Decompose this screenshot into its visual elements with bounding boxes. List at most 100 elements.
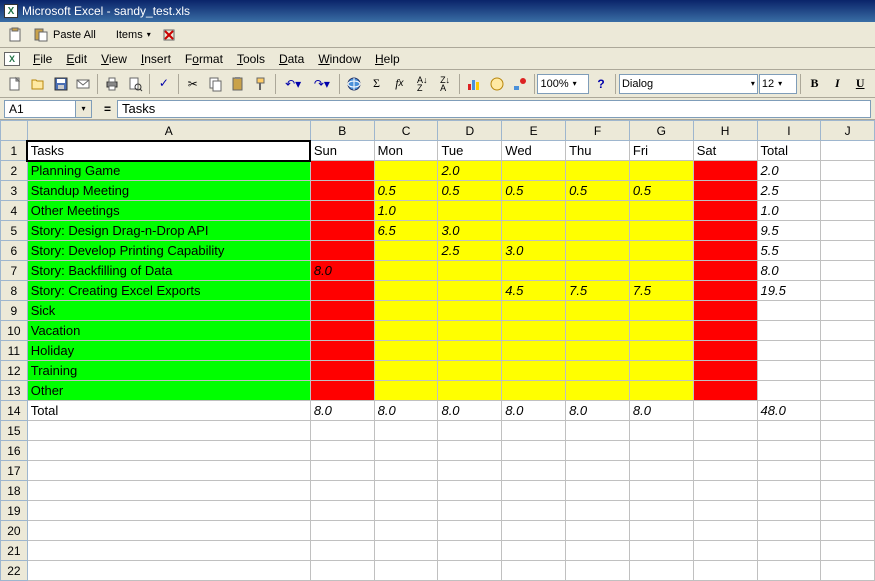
fontsize-dropdown[interactable]: 12▾ [759, 74, 797, 94]
cell-H16[interactable] [693, 441, 757, 461]
menu-format[interactable]: Format [178, 49, 230, 69]
cell-D17[interactable] [438, 461, 502, 481]
cell-J14[interactable] [821, 401, 875, 421]
cell-F4[interactable] [566, 201, 630, 221]
col-header-E[interactable]: E [502, 121, 566, 141]
menu-tools[interactable]: Tools [230, 49, 272, 69]
cell-B17[interactable] [310, 461, 374, 481]
help-icon[interactable]: ? [590, 73, 612, 95]
cell-I1[interactable]: Total [757, 141, 821, 161]
cell-B1[interactable]: Sun [310, 141, 374, 161]
row-header-14[interactable]: 14 [1, 401, 28, 421]
row-header-18[interactable]: 18 [1, 481, 28, 501]
clipboard-icon[interactable] [4, 24, 26, 46]
row-header-4[interactable]: 4 [1, 201, 28, 221]
cell-A13[interactable]: Other [27, 381, 310, 401]
cell-D2[interactable]: 2.0 [438, 161, 502, 181]
copy-icon[interactable] [205, 73, 227, 95]
cell-F16[interactable] [566, 441, 630, 461]
cell-E16[interactable] [502, 441, 566, 461]
cell-H22[interactable] [693, 561, 757, 581]
zoom-dropdown[interactable]: 100%▾ [537, 74, 589, 94]
menu-data[interactable]: Data [272, 49, 311, 69]
cell-C2[interactable] [374, 161, 438, 181]
cell-H15[interactable] [693, 421, 757, 441]
cell-G9[interactable] [629, 301, 693, 321]
cell-F8[interactable]: 7.5 [566, 281, 630, 301]
cell-H11[interactable] [693, 341, 757, 361]
row-header-9[interactable]: 9 [1, 301, 28, 321]
cell-I14[interactable]: 48.0 [757, 401, 821, 421]
cell-I3[interactable]: 2.5 [757, 181, 821, 201]
cell-E17[interactable] [502, 461, 566, 481]
cell-H6[interactable] [693, 241, 757, 261]
cell-I8[interactable]: 19.5 [757, 281, 821, 301]
cell-C5[interactable]: 6.5 [374, 221, 438, 241]
clear-clipboard-icon[interactable] [158, 24, 180, 46]
cell-J1[interactable] [821, 141, 875, 161]
spellcheck-icon[interactable]: ✓ [153, 73, 175, 95]
menu-edit[interactable]: Edit [59, 49, 94, 69]
name-box[interactable]: A1 ▾ [4, 100, 92, 118]
cell-G2[interactable] [629, 161, 693, 181]
sheet-table[interactable]: ABCDEFGHIJ1TasksSunMonTueWedThuFriSatTot… [0, 120, 875, 581]
map-icon[interactable] [486, 73, 508, 95]
cell-I4[interactable]: 1.0 [757, 201, 821, 221]
row-header-12[interactable]: 12 [1, 361, 28, 381]
cell-D5[interactable]: 3.0 [438, 221, 502, 241]
cell-E5[interactable] [502, 221, 566, 241]
cell-J18[interactable] [821, 481, 875, 501]
cell-C1[interactable]: Mon [374, 141, 438, 161]
paste-icon[interactable] [228, 73, 250, 95]
row-header-15[interactable]: 15 [1, 421, 28, 441]
cell-J7[interactable] [821, 261, 875, 281]
cell-F9[interactable] [566, 301, 630, 321]
menu-help[interactable]: Help [368, 49, 407, 69]
col-header-G[interactable]: G [629, 121, 693, 141]
select-all-corner[interactable] [1, 121, 28, 141]
cell-B15[interactable] [310, 421, 374, 441]
cell-D12[interactable] [438, 361, 502, 381]
menu-insert[interactable]: Insert [134, 49, 178, 69]
cell-A10[interactable]: Vacation [27, 321, 310, 341]
cell-I18[interactable] [757, 481, 821, 501]
cell-E8[interactable]: 4.5 [502, 281, 566, 301]
cell-A16[interactable] [27, 441, 310, 461]
cell-F14[interactable]: 8.0 [566, 401, 630, 421]
cell-C13[interactable] [374, 381, 438, 401]
cell-G7[interactable] [629, 261, 693, 281]
cell-A20[interactable] [27, 521, 310, 541]
cell-D7[interactable] [438, 261, 502, 281]
cell-E15[interactable] [502, 421, 566, 441]
cell-G19[interactable] [629, 501, 693, 521]
row-header-19[interactable]: 19 [1, 501, 28, 521]
menu-window[interactable]: Window [311, 49, 368, 69]
cell-C14[interactable]: 8.0 [374, 401, 438, 421]
cell-F18[interactable] [566, 481, 630, 501]
cell-E4[interactable] [502, 201, 566, 221]
cell-I12[interactable] [757, 361, 821, 381]
cell-B19[interactable] [310, 501, 374, 521]
cell-C20[interactable] [374, 521, 438, 541]
cell-H14[interactable] [693, 401, 757, 421]
cell-C3[interactable]: 0.5 [374, 181, 438, 201]
cell-E22[interactable] [502, 561, 566, 581]
cell-J11[interactable] [821, 341, 875, 361]
excel-doc-icon[interactable]: X [4, 52, 20, 66]
row-header-16[interactable]: 16 [1, 441, 28, 461]
email-icon[interactable] [73, 73, 95, 95]
cell-G13[interactable] [629, 381, 693, 401]
cell-A12[interactable]: Training [27, 361, 310, 381]
drawing-icon[interactable] [509, 73, 531, 95]
cell-D10[interactable] [438, 321, 502, 341]
row-header-10[interactable]: 10 [1, 321, 28, 341]
cell-F6[interactable] [566, 241, 630, 261]
cell-G5[interactable] [629, 221, 693, 241]
cell-D1[interactable]: Tue [438, 141, 502, 161]
cell-C17[interactable] [374, 461, 438, 481]
new-icon[interactable] [4, 73, 26, 95]
cell-E11[interactable] [502, 341, 566, 361]
col-header-C[interactable]: C [374, 121, 438, 141]
print-preview-icon[interactable] [124, 73, 146, 95]
cell-I13[interactable] [757, 381, 821, 401]
